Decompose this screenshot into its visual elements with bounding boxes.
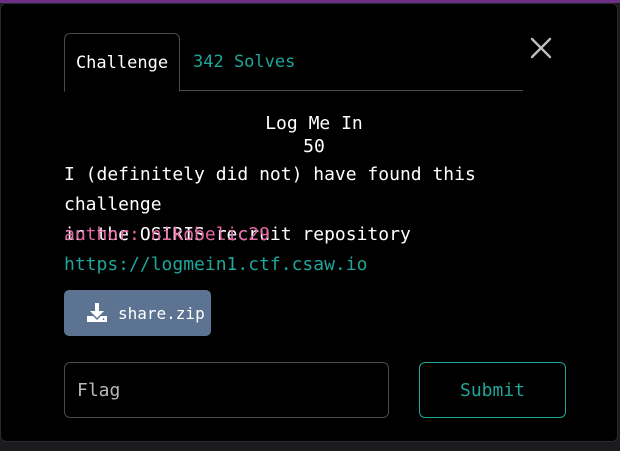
bottom-backdrop-strip: [0, 442, 620, 451]
download-share-zip-button[interactable]: share.zip: [64, 290, 211, 336]
challenge-link[interactable]: https://logmein1.ctf.csaw.io: [64, 252, 367, 278]
challenge-name: Log Me In: [265, 113, 363, 134]
flag-input[interactable]: [64, 362, 389, 418]
description-line-1: I (definitely did not) have found this c…: [64, 164, 476, 215]
close-icon: [530, 37, 552, 59]
close-button[interactable]: [527, 34, 555, 62]
submit-button[interactable]: Submit: [419, 362, 566, 418]
download-icon: [87, 303, 107, 322]
tab-solves-label: 342 Solves: [193, 52, 296, 72]
tab-solves[interactable]: 342 Solves: [193, 33, 295, 91]
challenge-header: Log Me In 50: [64, 112, 564, 158]
challenge-tabs: Challenge 342 Solves: [64, 33, 523, 92]
challenge-author: author: nikobelic29: [64, 224, 270, 245]
download-label: share.zip: [118, 303, 205, 323]
tab-challenge[interactable]: Challenge: [64, 33, 180, 92]
tab-challenge-label: Challenge: [75, 52, 169, 73]
challenge-modal: Challenge 342 Solves Log Me In 50 I (def…: [0, 3, 618, 442]
challenge-points: 50: [303, 136, 325, 157]
